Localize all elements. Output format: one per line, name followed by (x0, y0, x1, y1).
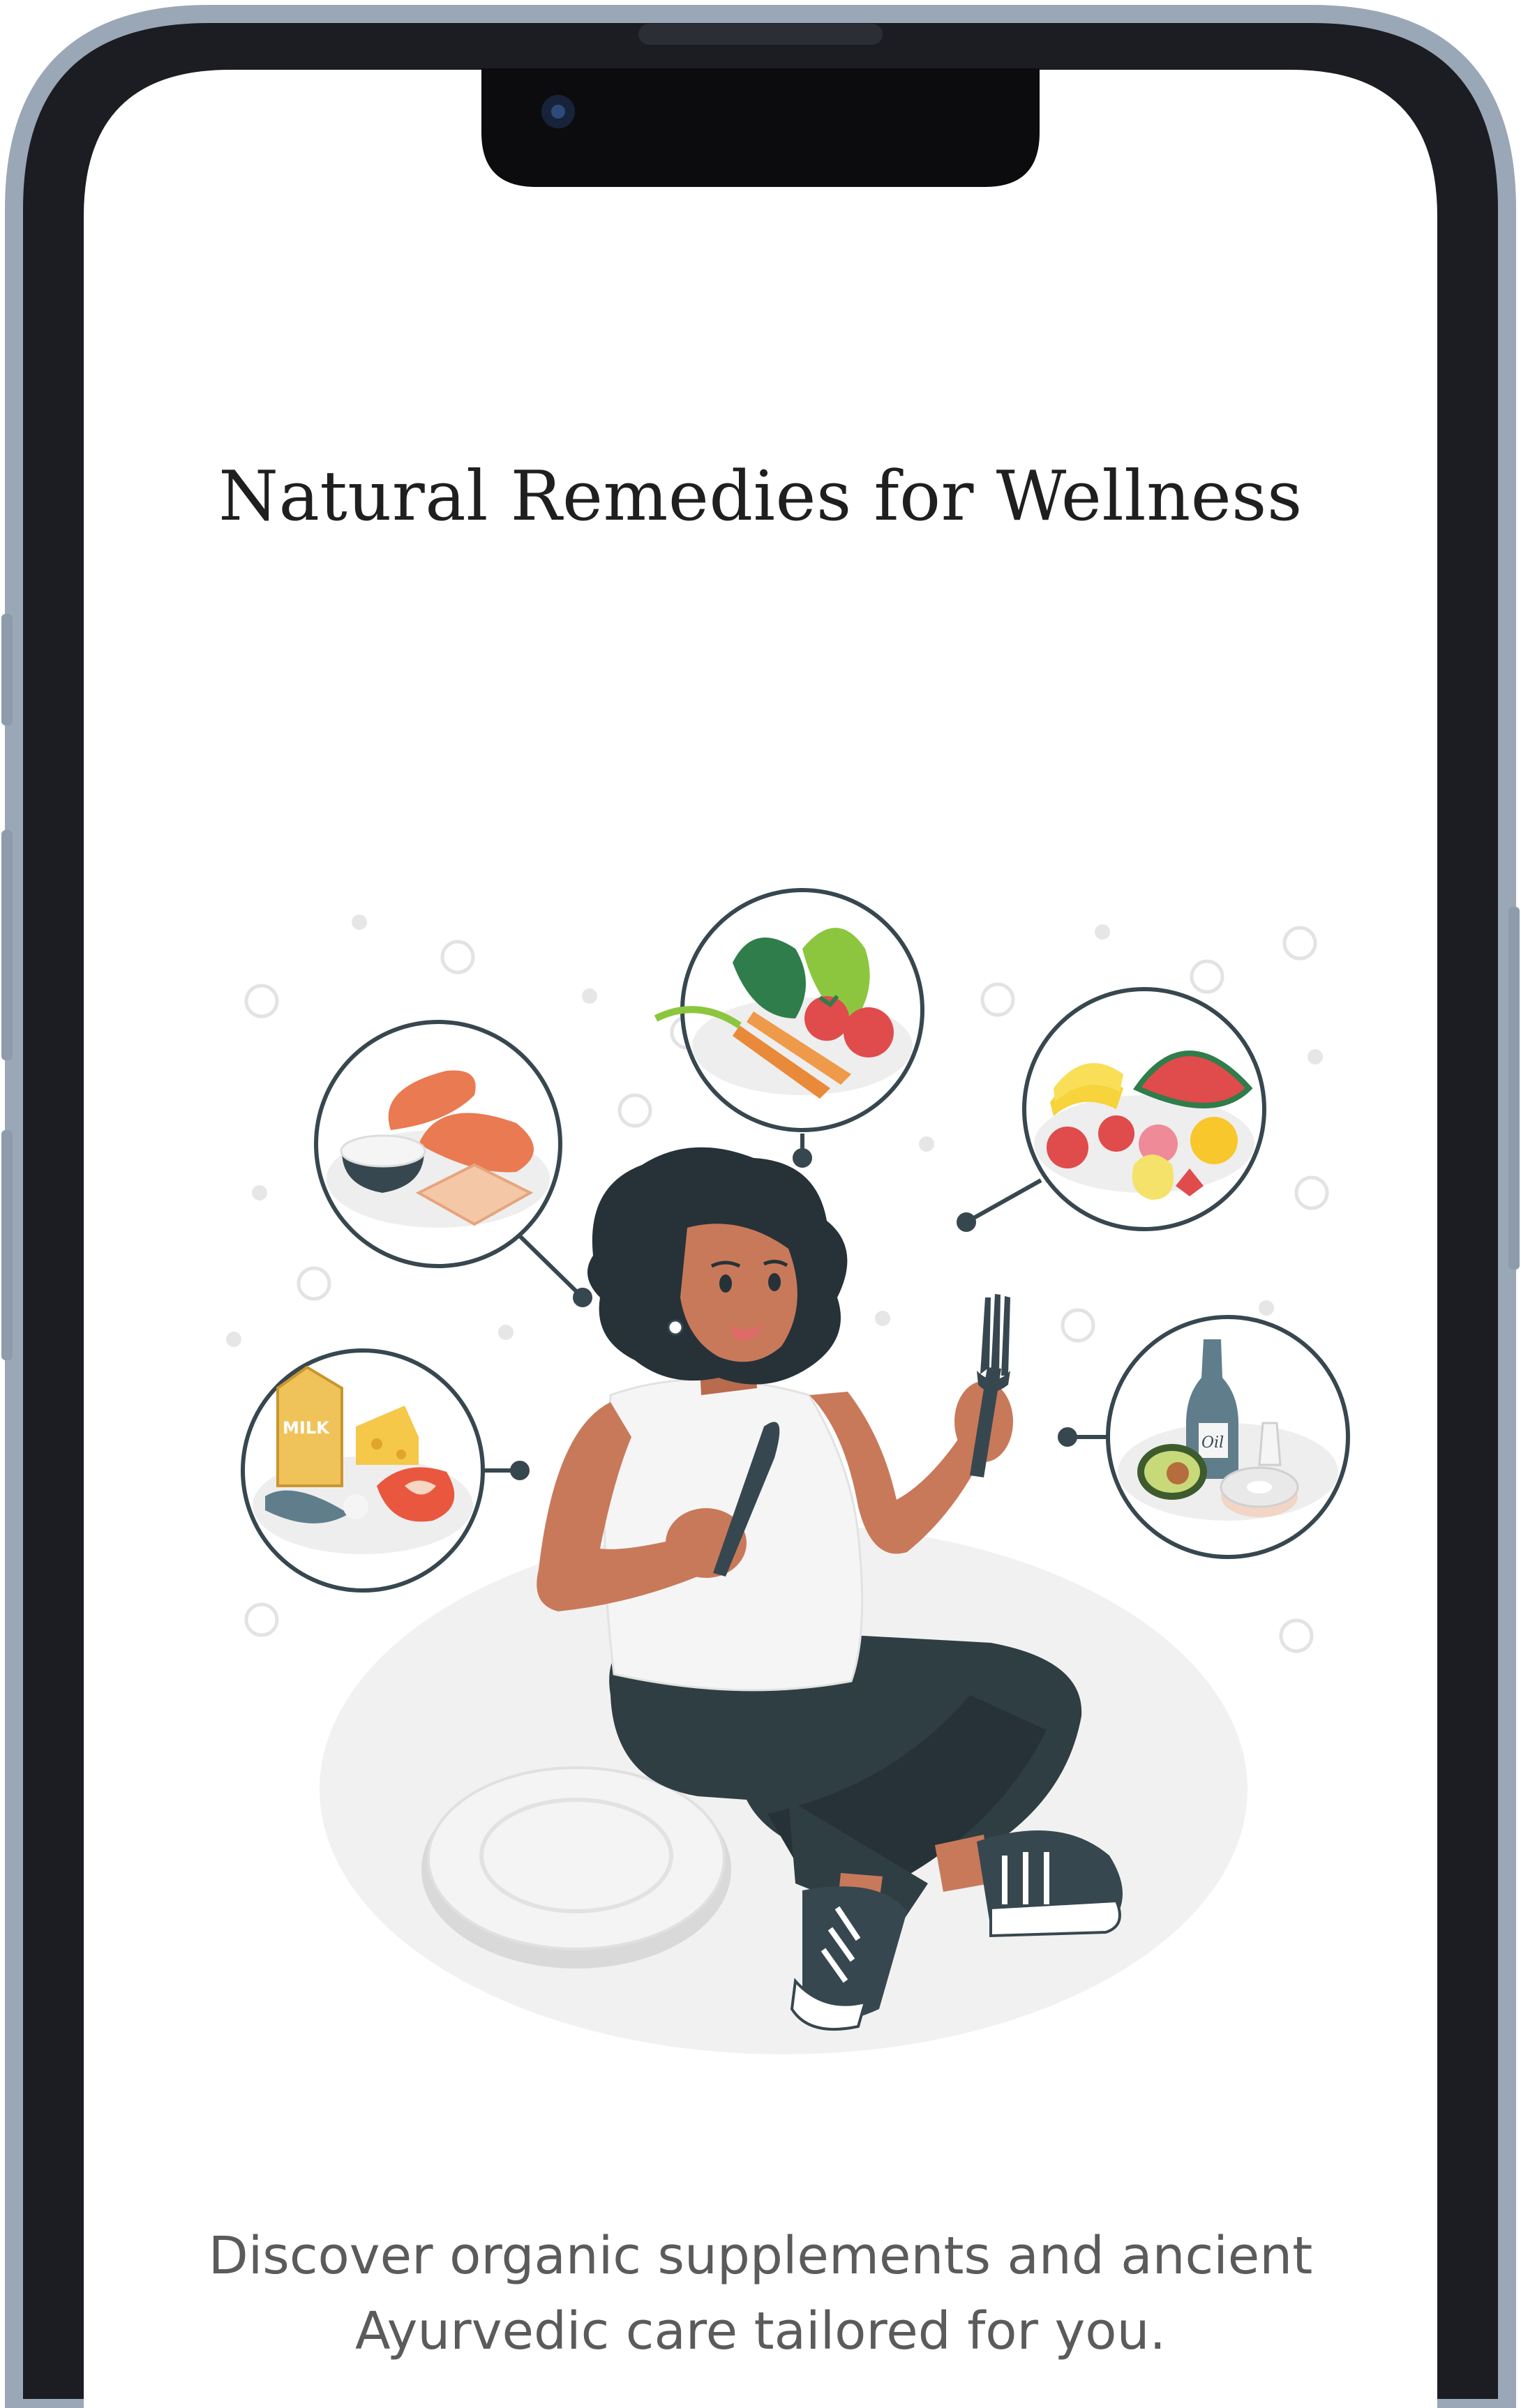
earring (667, 1319, 684, 1336)
speaker-grille (638, 24, 883, 45)
volume-down-button (1, 1130, 13, 1360)
description-line-1: Discover organic supplements and ancient (208, 2226, 1313, 2286)
food-circle-oils-fats: Oil (1106, 1315, 1350, 1559)
page-title: Natural Remedies for Wellness (218, 457, 1303, 536)
notch (481, 68, 1040, 187)
svg-text:MILK: MILK (283, 1418, 330, 1438)
food-circle-grains (314, 1020, 562, 1268)
illustration: MILK Oil (226, 888, 1350, 2054)
eye-right (768, 1273, 781, 1291)
action-button (1, 614, 13, 725)
power-button (1508, 907, 1520, 1270)
onboarding-description: Discover organic supplements and ancient… (126, 2218, 1395, 2369)
empty-plate (421, 1766, 731, 1969)
food-circle-dairy-meat: MILK (241, 1348, 485, 1593)
food-circle-fruits (1022, 987, 1266, 1231)
volume-up-button (1, 830, 13, 1060)
svg-text:Oil: Oil (1201, 1434, 1224, 1452)
eye-left (719, 1274, 732, 1293)
phone-frame: MILK Oil (1, 5, 1520, 2408)
description-line-2: Ayurvedic care tailored for you. (355, 2301, 1166, 2361)
